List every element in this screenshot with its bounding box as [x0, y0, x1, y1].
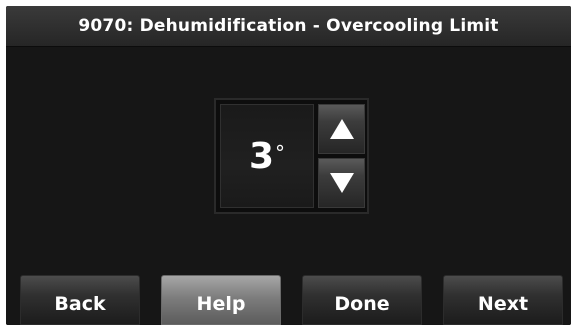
help-button[interactable]: Help: [161, 275, 281, 325]
screen-title: 9070: Dehumidification - Overcooling Lim…: [6, 6, 571, 47]
setting-value-text: 3°: [221, 137, 313, 177]
arrow-up-icon: [329, 119, 354, 139]
back-button[interactable]: Back: [20, 275, 140, 325]
value-display: 3°: [220, 104, 314, 208]
setting-value: 3: [248, 136, 275, 177]
arrow-down-icon: [329, 173, 354, 193]
decrease-button[interactable]: [318, 158, 365, 208]
next-button[interactable]: Next: [443, 275, 563, 325]
increase-button[interactable]: [318, 104, 365, 154]
degree-symbol: °: [275, 141, 286, 165]
value-stepper: 3°: [214, 98, 369, 214]
thermostat-screen: 9070: Dehumidification - Overcooling Lim…: [6, 6, 571, 325]
done-button[interactable]: Done: [302, 275, 422, 325]
